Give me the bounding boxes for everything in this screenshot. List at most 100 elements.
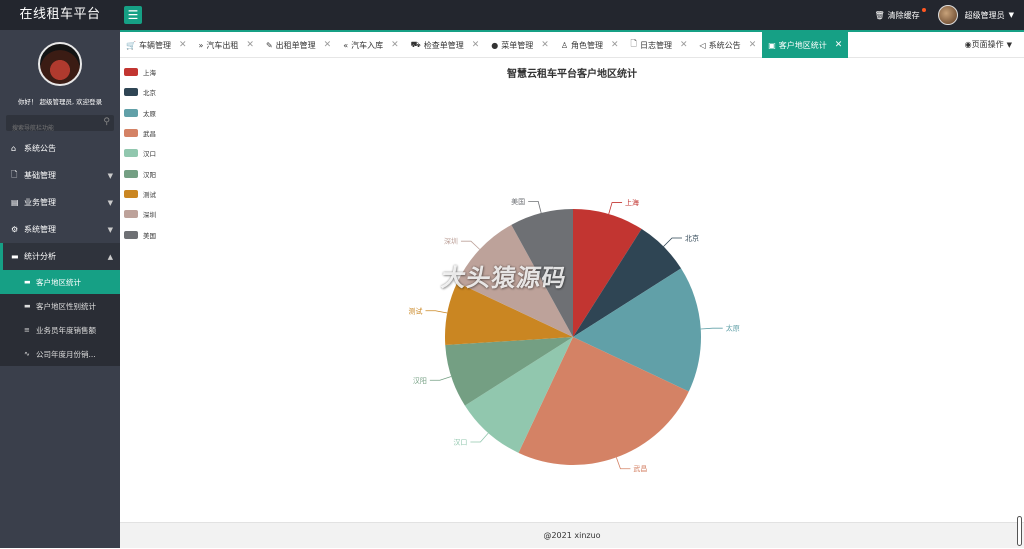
hamburger-icon[interactable]: ☰	[124, 6, 142, 24]
file-icon: 🗋	[630, 39, 637, 48]
sidebar-item-business[interactable]: ▤ 业务管理 ▼	[0, 189, 120, 216]
pulse-icon: ∿	[24, 350, 30, 358]
monitor-icon: ▣	[768, 40, 776, 50]
pie-chart: 上海北京太原武昌 汉口 汉阳 测试 深圳 美国	[408, 197, 740, 473]
tab-label: 角色管理	[571, 40, 603, 50]
tab-bar: 🛒 车辆管理 ✕ » 汽车出租 ✕ ✎ 出租单管理 ✕ « 汽车入库 ✕ ⛟ 检…	[120, 30, 1024, 58]
user-name[interactable]: 超级管理员	[965, 10, 1005, 21]
clear-cache-label: 清除缓存	[887, 10, 920, 20]
scrollbar[interactable]	[1017, 516, 1022, 546]
close-icon[interactable]: ✕	[680, 40, 688, 50]
sidebar: 你好！ 超级管理员, 欢迎登录 ⚲ ⌂ 系统公告 🗋 基础管理 ▼ ▤ 业务管理…	[0, 30, 120, 548]
sidebar-item-statistics[interactable]: ▬ 统计分析 ▲	[0, 243, 120, 270]
pie-label-line	[460, 240, 480, 250]
forward-icon: »	[198, 40, 204, 50]
sidebar-subitem-sales[interactable]: ≡ 业务员年度销售额	[0, 318, 120, 342]
sidebar-subitem-label: 公司年度月份销...	[36, 349, 96, 359]
sidebar-item-label: 业务管理	[24, 198, 56, 207]
sidebar-subitem-label: 客户地区性别统计	[36, 301, 96, 311]
sidebar-item-label: 系统公告	[24, 144, 56, 153]
file-icon: 🗋	[11, 169, 18, 179]
pie-slice-label: 测试	[408, 306, 422, 315]
tab-check-order[interactable]: ⛟ 检查单管理 ✕	[405, 32, 486, 58]
watermark-text: 大头猿源码	[439, 264, 569, 292]
sidebar-item-label: 系统管理	[24, 225, 56, 234]
monitor-icon: ▬	[24, 302, 31, 310]
tab-rent[interactable]: » 汽车出租 ✕	[193, 32, 260, 58]
sidebar-item-label: 统计分析	[24, 252, 56, 261]
pie-slice-label: 武昌	[633, 464, 647, 473]
pie-slice-label: 北京	[685, 234, 699, 243]
pie-slice-label: 深圳	[444, 237, 458, 246]
pie-slice-label: 太原	[726, 324, 740, 333]
tab-label: 车辆管理	[138, 40, 171, 50]
pie-slice-label: 上海	[625, 198, 639, 207]
target-icon: ◉	[964, 40, 972, 49]
pie-label-line	[429, 376, 452, 381]
pie-slice-label: 汉阳	[413, 376, 427, 385]
close-icon[interactable]: ✕	[835, 40, 843, 50]
tab-label: 客户地区统计	[778, 40, 827, 50]
close-icon[interactable]: ✕	[541, 40, 549, 50]
gear-icon: ⚙	[11, 225, 19, 234]
close-icon[interactable]: ✕	[246, 40, 254, 50]
sidebar-item-label: 基础管理	[24, 171, 56, 180]
main-content: 智慧云租车平台客户地区统计 上海 北京 太原 武昌 汉口 汉阳 测试 深圳 美国 上海 北京 太原武…	[120, 58, 1024, 522]
tab-notice[interactable]: ◁ 系统公告 ✕	[694, 32, 763, 58]
page-ops-label: 页面操作	[971, 40, 1004, 49]
welcome-text: 你好！ 超级管理员, 欢迎登录	[17, 98, 103, 106]
tab-menu[interactable]: ● 菜单管理 ✕	[485, 32, 555, 58]
pie-label-line	[608, 202, 623, 215]
clear-cache-button[interactable]: 🗑 清除缓存	[874, 7, 926, 21]
tab-label: 汽车入库	[351, 40, 384, 50]
sidebar-subitem-label: 客户地区统计	[36, 277, 81, 287]
search-icon[interactable]: ⚲	[103, 117, 110, 127]
close-icon[interactable]: ✕	[611, 40, 619, 50]
sidebar-search[interactable]: ⚲	[6, 115, 114, 137]
tab-label: 系统公告	[708, 40, 741, 50]
sidebar-subitem-monthly[interactable]: ∿ 公司年度月份销...	[0, 342, 120, 366]
tab-label: 菜单管理	[501, 40, 534, 50]
chevron-down-icon: ▼	[1006, 40, 1012, 49]
user-avatar[interactable]	[937, 5, 958, 25]
car-icon: ⛟	[410, 40, 421, 49]
tab-log[interactable]: 🗋 日志管理 ✕	[625, 32, 694, 58]
close-icon[interactable]: ✕	[472, 40, 480, 50]
tab-label: 出租单管理	[275, 40, 316, 50]
pie-label-line	[663, 237, 682, 247]
close-icon[interactable]: ✕	[391, 40, 399, 50]
pie-label-line	[615, 457, 631, 470]
page-ops-dropdown[interactable]: ◉ 页面操作 ▼	[953, 32, 1024, 57]
sidebar-item-basic[interactable]: 🗋 基础管理 ▼	[0, 162, 120, 189]
chevron-down-icon[interactable]: ▼	[1009, 11, 1014, 19]
tab-car-return[interactable]: « 汽车入库 ✕	[337, 32, 404, 58]
tab-label: 检查单管理	[423, 40, 464, 50]
chevron-down-icon: ▼	[107, 171, 113, 180]
cart-icon: 🛒	[126, 40, 136, 50]
sidebar-subitem-region-gender[interactable]: ▬ 客户地区性别统计	[0, 294, 120, 318]
top-bar: 在线租车平台 ☰ 🗑 清除缓存 超级管理员 ▼	[0, 0, 1024, 30]
sidebar-nav: ⌂ 系统公告 🗋 基础管理 ▼ ▤ 业务管理 ▼ ⚙ 系统管理 ▼ ▬ 统计分析…	[0, 135, 120, 366]
tab-region-stats[interactable]: ▣ 客户地区统计 ✕	[762, 32, 849, 58]
monitor-icon: ▬	[11, 252, 19, 261]
tab-role[interactable]: ♙ 角色管理 ✕	[555, 32, 625, 58]
edit-icon: ✎	[265, 40, 273, 50]
sidebar-item-system[interactable]: ⚙ 系统管理 ▼	[0, 216, 120, 243]
sidebar-item-notice[interactable]: ⌂ 系统公告	[0, 135, 120, 162]
notification-dot	[921, 7, 926, 12]
close-icon[interactable]: ✕	[324, 40, 332, 50]
close-icon[interactable]: ✕	[179, 40, 187, 50]
home-icon: ⌂	[11, 144, 17, 153]
sidebar-subitem-region[interactable]: ▬ 客户地区统计	[0, 270, 120, 294]
speaker-icon: ◁	[699, 40, 706, 50]
chevron-up-icon: ▲	[107, 252, 113, 261]
tab-label: 日志管理	[639, 40, 672, 50]
tab-rent-order[interactable]: ✎ 出租单管理 ✕	[260, 32, 337, 58]
statistics-submenu: ▬ 客户地区统计 ▬ 客户地区性别统计 ≡ 业务员年度销售额 ∿ 公司年度月份销…	[0, 270, 120, 366]
close-icon[interactable]: ✕	[749, 40, 757, 50]
backward-icon: «	[343, 40, 349, 50]
tab-vehicle[interactable]: 🛒 车辆管理 ✕	[120, 32, 193, 58]
user-icon: ♙	[560, 40, 568, 50]
profile-avatar	[38, 42, 82, 86]
chevron-down-icon: ▼	[107, 198, 113, 207]
